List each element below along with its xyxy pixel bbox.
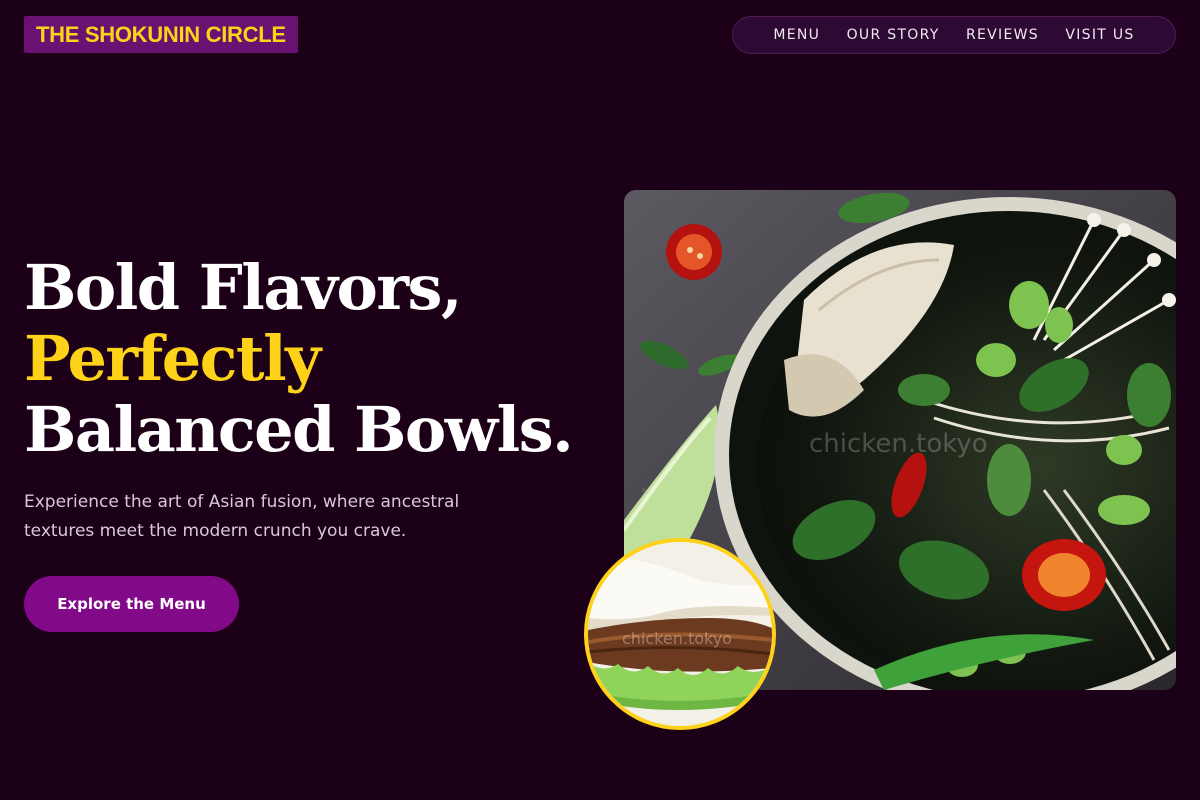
inset-image-watermark: chicken.tokyo <box>622 629 732 648</box>
inset-bun-image: chicken.tokyo <box>584 538 776 730</box>
main-nav: MENU OUR STORY REVIEWS VISIT US <box>732 16 1176 54</box>
explore-menu-button[interactable]: Explore the Menu <box>24 576 239 632</box>
headline-line-2-accent: Perfectly <box>24 322 321 395</box>
brand-logo[interactable]: THE SHOKUNIN CIRCLE <box>24 16 298 53</box>
nav-item-our-story[interactable]: OUR STORY <box>847 27 940 43</box>
main-image-watermark: chicken.tokyo <box>809 429 988 459</box>
headline-line-3: Balanced Bowls. <box>24 393 574 466</box>
nav-item-menu[interactable]: MENU <box>773 27 820 43</box>
hero-subtitle: Experience the art of Asian fusion, wher… <box>24 492 460 541</box>
headline-line-1: Bold Flavors, <box>24 251 463 324</box>
hero-headline: Bold Flavors, Perfectly Balanced Bowls. <box>24 251 574 466</box>
bun-illustration: chicken.tokyo <box>588 542 772 726</box>
nav-item-visit-us[interactable]: VISIT US <box>1065 27 1134 43</box>
nav-item-reviews[interactable]: REVIEWS <box>966 27 1039 43</box>
